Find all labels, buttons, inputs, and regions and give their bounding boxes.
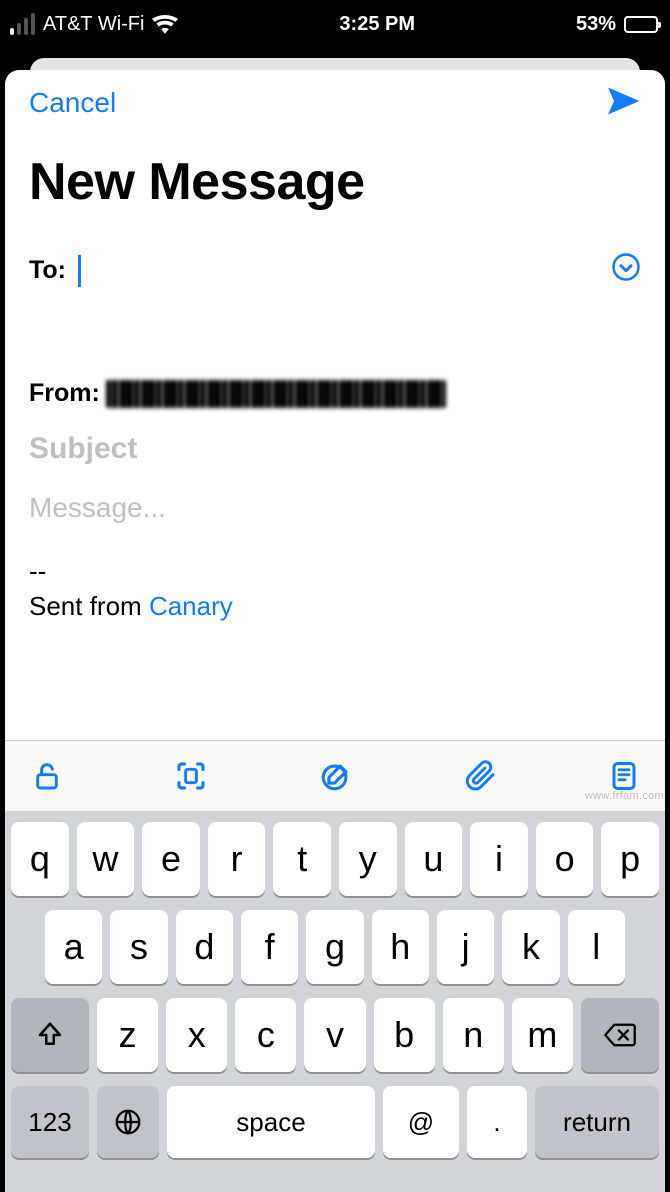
from-row[interactable]: From: bbox=[5, 369, 665, 418]
from-label: From: bbox=[29, 379, 100, 408]
keyboard-row-2: asdfghjkl bbox=[11, 910, 659, 984]
key-i[interactable]: i bbox=[470, 822, 528, 896]
to-label: To: bbox=[29, 256, 66, 285]
key-z[interactable]: z bbox=[97, 998, 158, 1072]
key-a[interactable]: a bbox=[45, 910, 102, 984]
key-c[interactable]: c bbox=[235, 998, 296, 1072]
key-n[interactable]: n bbox=[443, 998, 504, 1072]
space-key[interactable]: space bbox=[167, 1086, 375, 1158]
key-t[interactable]: t bbox=[273, 822, 331, 896]
shift-key[interactable] bbox=[11, 998, 89, 1072]
template-icon[interactable] bbox=[609, 760, 639, 792]
paperclip-icon[interactable] bbox=[465, 760, 497, 792]
key-u[interactable]: u bbox=[405, 822, 463, 896]
compose-toolbar bbox=[5, 740, 665, 812]
watermark: www.frfam.com bbox=[585, 790, 664, 802]
at-key[interactable]: @ bbox=[383, 1086, 459, 1158]
key-b[interactable]: b bbox=[374, 998, 435, 1072]
signature-prefix: Sent from bbox=[29, 591, 149, 621]
battery-percent-label: 53% bbox=[576, 13, 616, 36]
period-key[interactable]: . bbox=[467, 1086, 527, 1158]
key-k[interactable]: k bbox=[502, 910, 559, 984]
key-j[interactable]: j bbox=[437, 910, 494, 984]
nav-bar: Cancel bbox=[5, 70, 665, 136]
signature-divider: -- bbox=[29, 554, 641, 589]
cancel-button[interactable]: Cancel bbox=[29, 87, 116, 119]
compose-circle-icon[interactable] bbox=[319, 759, 353, 793]
key-s[interactable]: s bbox=[110, 910, 167, 984]
key-l[interactable]: l bbox=[568, 910, 625, 984]
page-title: New Message bbox=[5, 136, 665, 242]
keyboard: qwertyuiop asdfghjkl zxcvbnm 123 space @… bbox=[5, 812, 665, 1192]
key-q[interactable]: q bbox=[11, 822, 69, 896]
key-p[interactable]: p bbox=[601, 822, 659, 896]
return-key[interactable]: return bbox=[535, 1086, 659, 1158]
key-e[interactable]: e bbox=[142, 822, 200, 896]
lock-open-icon[interactable] bbox=[31, 760, 63, 792]
send-button[interactable] bbox=[605, 83, 641, 124]
scan-icon[interactable] bbox=[175, 760, 207, 792]
text-cursor bbox=[78, 255, 81, 287]
subject-input[interactable]: Subject bbox=[5, 418, 665, 470]
status-bar: AT&T Wi-Fi 3:25 PM 53% bbox=[0, 0, 670, 48]
battery-icon bbox=[624, 16, 658, 33]
backspace-key[interactable] bbox=[581, 998, 659, 1072]
key-f[interactable]: f bbox=[241, 910, 298, 984]
from-address-redacted bbox=[106, 380, 446, 408]
compose-sheet: Cancel New Message To: From: Subject Mes… bbox=[5, 70, 665, 1192]
screen: AT&T Wi-Fi 3:25 PM 53% Cancel New Messag… bbox=[0, 0, 670, 1192]
key-o[interactable]: o bbox=[536, 822, 594, 896]
message-body-input[interactable]: Message... bbox=[5, 470, 665, 528]
signature-app-link[interactable]: Canary bbox=[149, 591, 233, 621]
key-d[interactable]: d bbox=[176, 910, 233, 984]
cellular-signal-icon bbox=[10, 13, 35, 35]
keyboard-row-4: 123 space @ . return bbox=[11, 1086, 659, 1158]
keyboard-row-3: zxcvbnm bbox=[11, 998, 659, 1072]
key-y[interactable]: y bbox=[339, 822, 397, 896]
keyboard-row-1: qwertyuiop bbox=[11, 822, 659, 896]
key-h[interactable]: h bbox=[372, 910, 429, 984]
to-row[interactable]: To: bbox=[5, 242, 665, 299]
signature-block: -- Sent from Canary bbox=[5, 528, 665, 634]
globe-key[interactable] bbox=[97, 1086, 159, 1158]
key-r[interactable]: r bbox=[208, 822, 266, 896]
chevron-down-icon[interactable] bbox=[611, 252, 641, 289]
carrier-label: AT&T Wi-Fi bbox=[43, 13, 144, 36]
key-m[interactable]: m bbox=[512, 998, 573, 1072]
key-x[interactable]: x bbox=[166, 998, 227, 1072]
wifi-icon bbox=[152, 14, 178, 34]
clock-label: 3:25 PM bbox=[339, 13, 415, 36]
key-v[interactable]: v bbox=[304, 998, 365, 1072]
key-g[interactable]: g bbox=[306, 910, 363, 984]
numbers-key[interactable]: 123 bbox=[11, 1086, 89, 1158]
key-w[interactable]: w bbox=[77, 822, 135, 896]
